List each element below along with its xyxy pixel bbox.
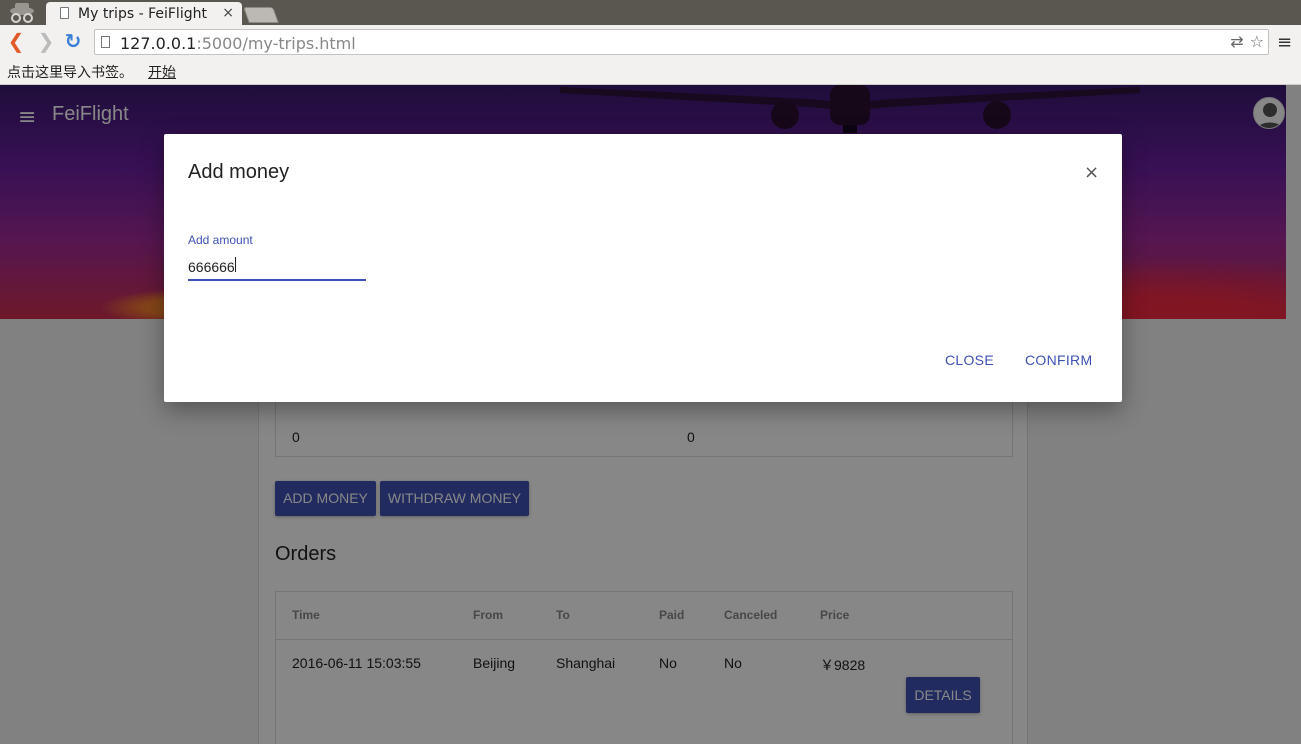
page-icon (60, 7, 69, 19)
browser-menu-icon[interactable]: ≡ (1277, 32, 1292, 53)
reload-icon[interactable]: ↻ (62, 30, 84, 52)
page-icon (101, 36, 110, 48)
new-tab-button[interactable] (243, 7, 279, 23)
text-caret (235, 257, 236, 272)
add-money-dialog: Add money × Add amount CLOSE CONFIRM (164, 134, 1122, 402)
close-button[interactable]: CLOSE (945, 352, 994, 368)
dialog-title: Add money (188, 161, 290, 183)
amount-input[interactable] (188, 254, 366, 281)
forward-icon[interactable]: ❯ (35, 30, 57, 52)
close-icon[interactable]: × (1084, 162, 1099, 183)
incognito-icon (10, 3, 34, 23)
address-bar[interactable]: 127.0.0.1:5000/my-trips.html ⇄ ☆ (94, 29, 1269, 55)
bookmarks-prompt: 点击这里导入书签。 (7, 65, 133, 81)
bookmarks-bar: 点击这里导入书签。 开始 (0, 59, 1301, 85)
translate-icon[interactable]: ⇄ (1230, 32, 1243, 51)
amount-field-label: Add amount (188, 233, 253, 247)
browser-tabstrip: My trips - FeiFlight × (0, 0, 1301, 25)
confirm-button[interactable]: CONFIRM (1025, 352, 1092, 368)
browser-tab[interactable]: My trips - FeiFlight × (46, 2, 242, 25)
browser-toolbar: ❮ ❯ ↻ 127.0.0.1:5000/my-trips.html ⇄ ☆ ≡ (0, 25, 1301, 59)
back-icon[interactable]: ❮ (5, 30, 27, 52)
bookmarks-start-link[interactable]: 开始 (148, 62, 176, 82)
tab-title: My trips - FeiFlight (78, 6, 207, 22)
url-text[interactable]: 127.0.0.1:5000/my-trips.html (120, 34, 356, 53)
bookmark-star-icon[interactable]: ☆ (1250, 32, 1264, 51)
tab-close-icon[interactable]: × (222, 5, 234, 21)
